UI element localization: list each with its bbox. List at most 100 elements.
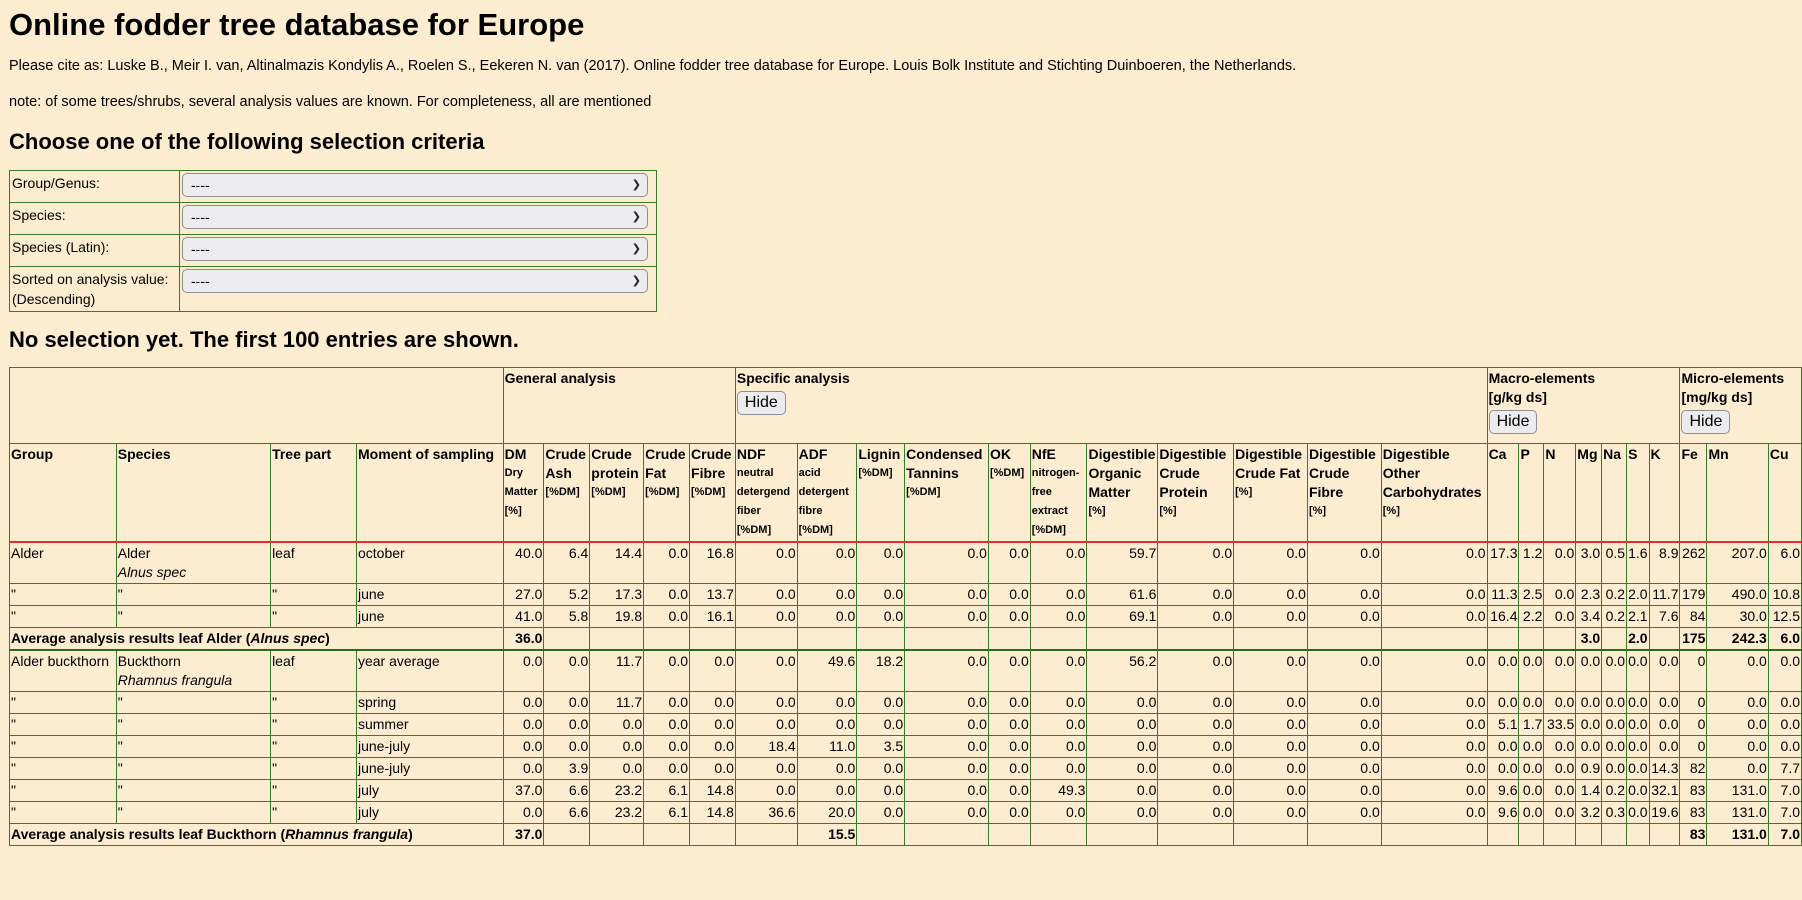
cell-value: 131.0 bbox=[1706, 801, 1769, 824]
citation-text: Please cite as: Luske B., Meir I. van, A… bbox=[9, 58, 1297, 74]
cell-value bbox=[1306, 823, 1382, 846]
cell-value bbox=[987, 823, 1031, 846]
cell-value: 6.0 bbox=[1767, 627, 1802, 651]
cell-value: 0.0 bbox=[1086, 801, 1159, 824]
cell-value: 83 bbox=[1679, 823, 1708, 846]
cell-value: 0.0 bbox=[904, 691, 989, 714]
cell-value bbox=[1575, 823, 1603, 846]
cell-value: 207.0 bbox=[1706, 541, 1769, 584]
cell-tree-part: " bbox=[270, 691, 357, 714]
cell-value bbox=[1518, 823, 1545, 846]
cell-value bbox=[1380, 823, 1488, 846]
cell-value bbox=[589, 627, 645, 651]
cell-value: 3.5 bbox=[856, 735, 906, 758]
cell-value: 0.0 bbox=[1029, 801, 1088, 824]
cell-value: 0.0 bbox=[1601, 691, 1628, 714]
cell-value: 37.0 bbox=[502, 779, 545, 802]
cell-value: 0.0 bbox=[987, 541, 1031, 584]
col-crude-ash: Crude Ash [%DM] bbox=[543, 443, 591, 543]
cell-value: 0.0 bbox=[1157, 691, 1235, 714]
col-group: Group bbox=[9, 443, 117, 543]
hide-micro-button[interactable]: Hide bbox=[1681, 410, 1731, 434]
cell-value: 0.0 bbox=[987, 605, 1031, 628]
cell-value: 0.0 bbox=[904, 583, 989, 606]
cell-moment: year average bbox=[355, 649, 504, 692]
average-label: Average analysis results leaf Alder (Aln… bbox=[9, 627, 504, 651]
cell-value: 0.0 bbox=[1086, 735, 1159, 758]
blank-group-header bbox=[9, 367, 504, 444]
sort-analysis-select[interactable]: ---- ❯ bbox=[182, 269, 648, 293]
cell-tree-part: " bbox=[270, 757, 357, 780]
cell-value: 0.0 bbox=[1306, 735, 1382, 758]
cell-value: 0.0 bbox=[589, 735, 645, 758]
cell-value: 2.3 bbox=[1575, 583, 1603, 606]
cell-value: 10.8 bbox=[1767, 583, 1802, 606]
note-text: note: of some trees/shrubs, several anal… bbox=[9, 94, 652, 110]
cell-tree-part: leaf bbox=[270, 541, 357, 584]
cell-value: 0.0 bbox=[1626, 757, 1650, 780]
cell-tree-part: " bbox=[270, 605, 357, 628]
table-row: Alder buckthorn Buckthorn Rhamnus frangula… bbox=[9, 649, 1802, 692]
cell-value: 0.0 bbox=[1233, 605, 1308, 628]
cell-value: 1.4 bbox=[1575, 779, 1603, 802]
cell-value: 0.0 bbox=[1380, 691, 1488, 714]
cell-value bbox=[1648, 627, 1681, 651]
cell-value: 0.0 bbox=[1706, 713, 1769, 736]
cell-value: 490.0 bbox=[1706, 583, 1769, 606]
cell-value: 12.5 bbox=[1767, 605, 1802, 628]
cell-value: 2.2 bbox=[1518, 605, 1545, 628]
cell-value: 14.3 bbox=[1648, 757, 1681, 780]
cell-value: 0.0 bbox=[643, 605, 691, 628]
cell-value: 6.4 bbox=[543, 541, 591, 584]
cell-value: 0.0 bbox=[1380, 757, 1488, 780]
species-select[interactable]: ---- ❯ bbox=[182, 205, 648, 229]
cell-value: 0.0 bbox=[1029, 605, 1088, 628]
cell-value bbox=[543, 823, 591, 846]
cell-value: 0.0 bbox=[1233, 583, 1308, 606]
cell-value: 0.0 bbox=[1380, 801, 1488, 824]
cell-tree-part: " bbox=[270, 583, 357, 606]
cell-value: 20.0 bbox=[796, 801, 858, 824]
group-genus-select[interactable]: ---- ❯ bbox=[182, 173, 648, 197]
cell-species: " bbox=[115, 691, 272, 714]
cell-value: 0.0 bbox=[904, 779, 989, 802]
cell-value: 0.0 bbox=[1233, 801, 1308, 824]
cell-value: 0.0 bbox=[1029, 541, 1088, 584]
cell-value: 0.2 bbox=[1601, 605, 1628, 628]
cell-value: 0.0 bbox=[1380, 735, 1488, 758]
cell-value: 0.0 bbox=[1767, 691, 1802, 714]
cell-value: 6.0 bbox=[1767, 541, 1802, 584]
cell-value: 0.0 bbox=[502, 713, 545, 736]
cell-value: 0.0 bbox=[1233, 541, 1308, 584]
cell-value: 0.0 bbox=[796, 583, 858, 606]
cell-value: 0 bbox=[1679, 735, 1708, 758]
cell-value: 0.0 bbox=[1029, 691, 1088, 714]
criteria-label-group: Group/Genus: bbox=[9, 170, 180, 203]
cell-moment: june bbox=[355, 605, 504, 628]
cell-value: 0.0 bbox=[796, 691, 858, 714]
species-latin-select[interactable]: ---- ❯ bbox=[182, 237, 648, 261]
cell-value: 0.0 bbox=[643, 649, 691, 692]
cell-value: 3.0 bbox=[1575, 627, 1603, 651]
cell-value: 0.0 bbox=[1157, 713, 1235, 736]
cell-tree-part: leaf bbox=[270, 649, 357, 692]
cell-value: 0.0 bbox=[1306, 801, 1382, 824]
col-dcp: Digestible Crude Protein [%] bbox=[1157, 443, 1235, 543]
cell-value: 0.0 bbox=[904, 735, 989, 758]
average-row: Average analysis results leaf Buckthorn … bbox=[9, 823, 1802, 846]
cell-value: 0.0 bbox=[589, 757, 645, 780]
cell-value: 0.0 bbox=[1575, 713, 1603, 736]
cell-tree-part: " bbox=[270, 779, 357, 802]
cell-value: 82 bbox=[1679, 757, 1708, 780]
col-dcfi: Digestible Crude Fibre [%] bbox=[1306, 443, 1382, 543]
cell-value: 0.0 bbox=[734, 691, 798, 714]
cell-value: 5.8 bbox=[543, 605, 591, 628]
cell-value: 0.0 bbox=[1029, 757, 1088, 780]
hide-specific-button[interactable]: Hide bbox=[736, 391, 786, 415]
general-analysis-header: General analysis bbox=[502, 367, 736, 444]
cell-value: 0.0 bbox=[856, 713, 906, 736]
cell-value: 69.1 bbox=[1086, 605, 1159, 628]
cell-value: 0.0 bbox=[1157, 757, 1235, 780]
hide-macro-button[interactable]: Hide bbox=[1488, 410, 1538, 434]
cell-value: 0.0 bbox=[1233, 779, 1308, 802]
